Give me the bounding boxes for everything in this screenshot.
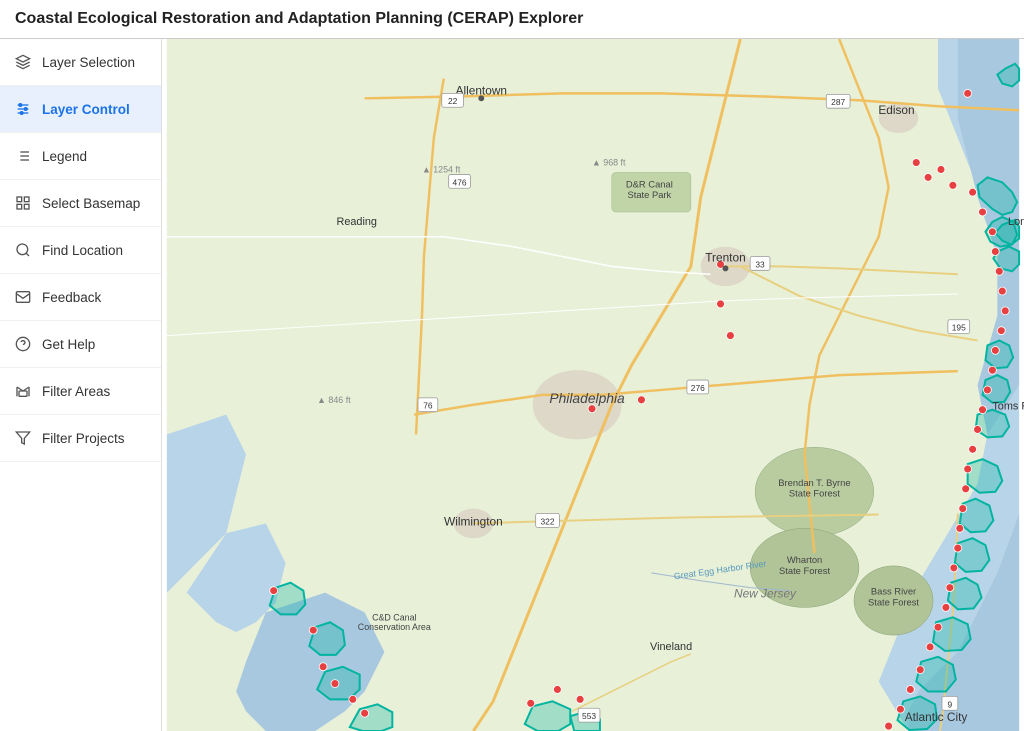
svg-text:287: 287	[831, 97, 845, 107]
svg-text:Edison: Edison	[878, 103, 914, 117]
filter-projects-icon	[14, 429, 32, 447]
svg-text:Philadelphia: Philadelphia	[549, 390, 625, 406]
sidebar-item-select-basemap[interactable]: Select Basemap	[0, 180, 161, 227]
search-icon	[14, 241, 32, 259]
svg-text:476: 476	[453, 177, 467, 187]
svg-text:▲ 846 ft: ▲ 846 ft	[317, 395, 351, 405]
svg-text:Long Branch: Long Branch	[1008, 216, 1024, 228]
list-icon	[14, 147, 32, 165]
svg-text:Reading: Reading	[337, 216, 377, 228]
sidebar-item-label: Filter Areas	[42, 384, 110, 399]
sidebar-item-legend[interactable]: Legend	[0, 133, 161, 180]
sidebar-item-label: Layer Control	[42, 102, 130, 117]
svg-text:Conservation Area: Conservation Area	[358, 622, 431, 632]
svg-text:Toms River: Toms River	[992, 401, 1024, 413]
svg-text:322: 322	[541, 516, 555, 526]
main-content: Layer Selection Layer Control Legend Select…	[0, 39, 1024, 731]
sidebar-item-label: Get Help	[42, 337, 95, 352]
sidebar-item-label: Layer Selection	[42, 55, 135, 70]
sidebar-item-label: Select Basemap	[42, 196, 140, 211]
help-circle-icon	[14, 335, 32, 353]
filter-areas-icon	[14, 382, 32, 400]
sliders-icon	[14, 100, 32, 118]
svg-text:State Forest: State Forest	[779, 565, 830, 576]
app-title: Coastal Ecological Restoration and Adapt…	[15, 10, 583, 27]
layers-icon	[14, 53, 32, 71]
sidebar-item-find-location[interactable]: Find Location	[0, 227, 161, 274]
sidebar-item-layer-control[interactable]: Layer Control	[0, 86, 161, 133]
svg-text:New Jersey: New Jersey	[734, 587, 797, 601]
svg-text:Wilmington: Wilmington	[444, 514, 503, 528]
svg-text:State Forest: State Forest	[868, 596, 919, 607]
sidebar-item-label: Find Location	[42, 243, 123, 258]
sidebar-item-label: Feedback	[42, 290, 101, 305]
svg-text:D&R Canal: D&R Canal	[626, 178, 673, 189]
svg-text:553: 553	[582, 711, 596, 721]
svg-text:9: 9	[948, 699, 953, 709]
svg-text:▲ 1254 ft: ▲ 1254 ft	[422, 164, 461, 174]
envelope-icon	[14, 288, 32, 306]
sidebar-item-layer-selection[interactable]: Layer Selection	[0, 39, 161, 86]
sidebar-item-label: Legend	[42, 149, 87, 164]
svg-text:22: 22	[448, 96, 458, 106]
svg-text:Vineland: Vineland	[650, 641, 692, 653]
svg-text:Bass River: Bass River	[871, 586, 916, 597]
svg-text:▲ 968 ft: ▲ 968 ft	[592, 158, 626, 168]
sidebar-item-get-help[interactable]: Get Help	[0, 321, 161, 368]
svg-text:State Park: State Park	[627, 189, 671, 200]
sidebar-item-feedback[interactable]: Feedback	[0, 274, 161, 321]
map-svg[interactable]: Allentown Edison Long Branch Trenton Phi…	[162, 39, 1024, 731]
grid-icon	[14, 194, 32, 212]
svg-text:Trenton: Trenton	[705, 250, 745, 264]
svg-text:33: 33	[755, 259, 765, 269]
sidebar-item-filter-areas[interactable]: Filter Areas	[0, 368, 161, 415]
app-header: Coastal Ecological Restoration and Adapt…	[0, 0, 1024, 39]
svg-text:Brendan T. Byrne: Brendan T. Byrne	[778, 477, 850, 488]
app-container: Coastal Ecological Restoration and Adapt…	[0, 0, 1024, 731]
sidebar-item-label: Filter Projects	[42, 431, 125, 446]
sidebar: Layer Selection Layer Control Legend Select…	[0, 39, 162, 731]
svg-text:Atlantic City: Atlantic City	[905, 710, 968, 724]
svg-text:76: 76	[423, 401, 433, 411]
svg-text:State Forest: State Forest	[789, 488, 840, 499]
svg-text:276: 276	[691, 383, 705, 393]
svg-text:Wharton: Wharton	[787, 554, 822, 565]
svg-text:C&D Canal: C&D Canal	[372, 612, 416, 622]
svg-text:195: 195	[952, 323, 966, 333]
sidebar-item-filter-projects[interactable]: Filter Projects	[0, 415, 161, 462]
map-container: Allentown Edison Long Branch Trenton Phi…	[162, 39, 1024, 731]
